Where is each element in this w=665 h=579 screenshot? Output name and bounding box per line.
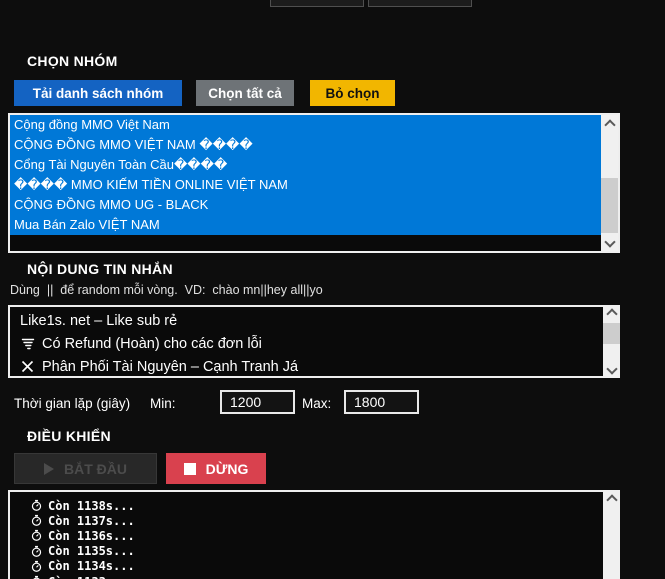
max-seconds-input[interactable] <box>344 390 419 414</box>
scrollbar-thumb[interactable] <box>603 323 620 344</box>
load-group-list-button[interactable]: Tải danh sách nhóm <box>14 80 182 106</box>
cutoff-control-left[interactable] <box>270 0 364 7</box>
group-list-scrollbar[interactable] <box>601 115 618 251</box>
log-line: Còn 1136s... <box>31 528 618 543</box>
group-list-item[interactable]: Mua Bán Zalo VIỆT NAM <box>10 215 601 235</box>
message-line-text: Like1s. net – Like sub rẻ <box>20 312 178 329</box>
scroll-up-icon[interactable] <box>603 490 620 506</box>
log-line-text: Còn 1134s... <box>48 559 135 574</box>
deselect-button[interactable]: Bỏ chọn <box>310 80 395 106</box>
min-seconds-input[interactable] <box>220 390 295 414</box>
message-line: Có Refund (Hoàn) cho các đơn lỗi <box>20 332 618 355</box>
stopwatch-icon <box>31 499 42 512</box>
scroll-up-icon[interactable] <box>601 115 618 131</box>
group-list-item[interactable]: CỘNG ĐỒNG MMO VIỆT NAM ���� <box>10 135 601 155</box>
x-mark-icon <box>20 360 35 373</box>
log-line-text: Còn 1137s... <box>48 513 135 528</box>
stopwatch-icon <box>31 514 42 527</box>
log-line-text: Còn 1133s... <box>48 575 135 579</box>
log-line-text: Còn 1136s... <box>48 528 135 543</box>
scrollbar-thumb[interactable] <box>601 178 618 233</box>
app-window: CHỌN NHÓM Tải danh sách nhóm Chọn tất cả… <box>0 0 665 579</box>
stopwatch-icon <box>31 545 42 558</box>
groups-section-title: CHỌN NHÓM <box>27 53 118 69</box>
log-line: Còn 1137s... <box>31 513 618 528</box>
stop-icon <box>183 462 196 475</box>
cutoff-control-right[interactable] <box>368 0 472 7</box>
log-line-text: Còn 1135s... <box>48 544 135 559</box>
message-line: Phân Phối Tài Nguyên – Cạnh Tranh Já <box>20 355 618 378</box>
log-line-text: Còn 1138s... <box>48 498 135 513</box>
log-line: Còn 1138s... <box>31 498 618 513</box>
log-line: Còn 1133s... <box>31 574 618 579</box>
min-label: Min: <box>150 396 176 411</box>
start-button[interactable]: BẮT ĐẦU <box>14 453 157 484</box>
group-listbox[interactable]: Cộng đồng MMO Việt Nam CỘNG ĐỒNG MMO VIỆ… <box>8 113 620 253</box>
message-scrollbar[interactable] <box>603 305 620 378</box>
tornado-icon <box>20 337 35 351</box>
log-line: Còn 1134s... <box>31 559 618 574</box>
stopwatch-icon <box>31 575 42 579</box>
select-all-button[interactable]: Chọn tất cả <box>196 80 294 106</box>
stop-button-label: DỪNG <box>205 460 249 477</box>
log-listbox[interactable]: Còn 1138s... Còn 1137s... Còn 1136s... C… <box>8 490 620 579</box>
group-list-items: Cộng đồng MMO Việt Nam CỘNG ĐỒNG MMO VIỆ… <box>10 115 601 235</box>
max-label: Max: <box>302 396 332 411</box>
scroll-up-icon[interactable] <box>603 305 620 320</box>
stopwatch-icon <box>31 560 42 573</box>
message-line-text: Phân Phối Tài Nguyên – Cạnh Tranh Já <box>42 358 299 375</box>
group-list-item[interactable]: Cộng đồng MMO Việt Nam <box>10 115 601 135</box>
message-line: Like1s. net – Like sub rẻ <box>20 309 618 332</box>
play-icon <box>44 462 54 475</box>
log-line: Còn 1135s... <box>31 544 618 559</box>
message-hint: Dùng || để random mỗi vòng. VD: chào mn|… <box>10 283 323 297</box>
message-textarea[interactable]: Like1s. net – Like sub rẻ Có Refund (Hoà… <box>8 305 620 378</box>
log-scrollbar[interactable] <box>603 490 620 579</box>
controls-section-title: ĐIỀU KHIỂN <box>27 428 111 444</box>
scroll-down-icon[interactable] <box>603 363 620 378</box>
loop-interval-label: Thời gian lặp (giây) <box>14 396 131 411</box>
group-list-item[interactable]: CỘNG ĐỒNG MMO UG - BLACK <box>10 195 601 215</box>
group-list-item[interactable]: ���� MMO KIẾM TIỀN ONLINE VIỆT NAM <box>10 175 601 195</box>
scroll-down-icon[interactable] <box>601 235 618 251</box>
start-button-label: BẮT ĐẦU <box>64 460 127 477</box>
stop-button[interactable]: DỪNG <box>166 453 266 484</box>
message-line-text: Có Refund (Hoàn) cho các đơn lỗi <box>42 335 262 352</box>
message-section-title: NỘI DUNG TIN NHẮN <box>27 261 173 277</box>
group-list-item[interactable]: Cổng Tài Nguyên Toàn Cầu���� <box>10 155 601 175</box>
stopwatch-icon <box>31 529 42 542</box>
